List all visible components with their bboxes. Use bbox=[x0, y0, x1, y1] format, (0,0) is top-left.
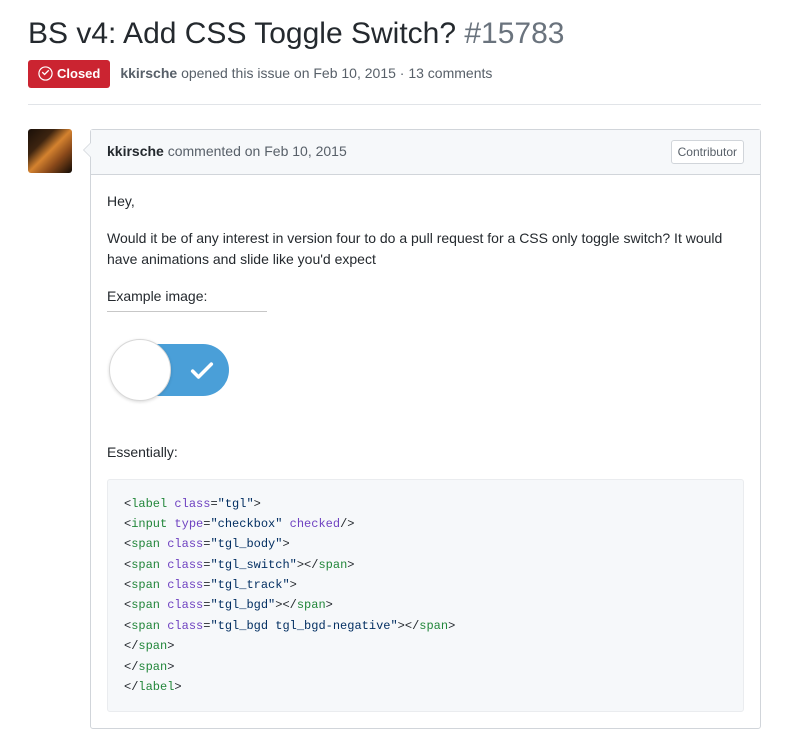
issue-date: on Feb 10, 2015 bbox=[294, 65, 396, 81]
comment-action: commented bbox=[168, 143, 241, 159]
issue-title-text: BS v4: Add CSS Toggle Switch? bbox=[28, 17, 456, 50]
example-image-label: Example image: bbox=[107, 286, 744, 322]
comment-greeting: Hey, bbox=[107, 191, 744, 212]
comment-author-link[interactable]: kkirsche bbox=[107, 143, 164, 159]
issue-author-link[interactable]: kkirsche bbox=[120, 65, 177, 81]
state-badge-closed: Closed bbox=[28, 60, 110, 88]
issue-comments-count: · 13 comments bbox=[400, 65, 493, 81]
avatar[interactable] bbox=[28, 129, 72, 173]
comment-header: kkirsche commented on Feb 10, 2015 Contr… bbox=[91, 130, 760, 175]
comment-header-left: kkirsche commented on Feb 10, 2015 bbox=[107, 141, 347, 162]
issue-opened-text: opened this issue bbox=[181, 65, 290, 81]
issue-header: BS v4: Add CSS Toggle Switch? #15783 Clo… bbox=[28, 16, 761, 105]
state-label: Closed bbox=[57, 64, 100, 84]
issue-number: #15783 bbox=[464, 17, 564, 50]
contributor-badge: Contributor bbox=[671, 140, 744, 164]
closed-icon bbox=[38, 66, 53, 81]
comment-container: kkirsche commented on Feb 10, 2015 Contr… bbox=[90, 129, 761, 730]
issue-meta-row: Closed kkirsche opened this issue on Feb… bbox=[28, 60, 761, 105]
comment-paragraph: Would it be of any interest in version f… bbox=[107, 228, 744, 270]
issue-title: BS v4: Add CSS Toggle Switch? #15783 bbox=[28, 16, 761, 52]
issue-meta-text: kkirsche opened this issue on Feb 10, 20… bbox=[120, 63, 492, 84]
comment-date: on Feb 10, 2015 bbox=[245, 143, 347, 159]
timeline: kkirsche commented on Feb 10, 2015 Contr… bbox=[28, 129, 761, 730]
code-block: <label class="tgl"> <input type="checkbo… bbox=[107, 479, 744, 713]
essentially-label: Essentially: bbox=[107, 442, 744, 463]
comment-body: Hey, Would it be of any interest in vers… bbox=[91, 175, 760, 729]
example-label-text: Example image: bbox=[107, 286, 267, 312]
toggle-knob bbox=[109, 339, 171, 401]
checkmark-icon bbox=[188, 356, 216, 384]
toggle-example-image bbox=[107, 338, 237, 402]
